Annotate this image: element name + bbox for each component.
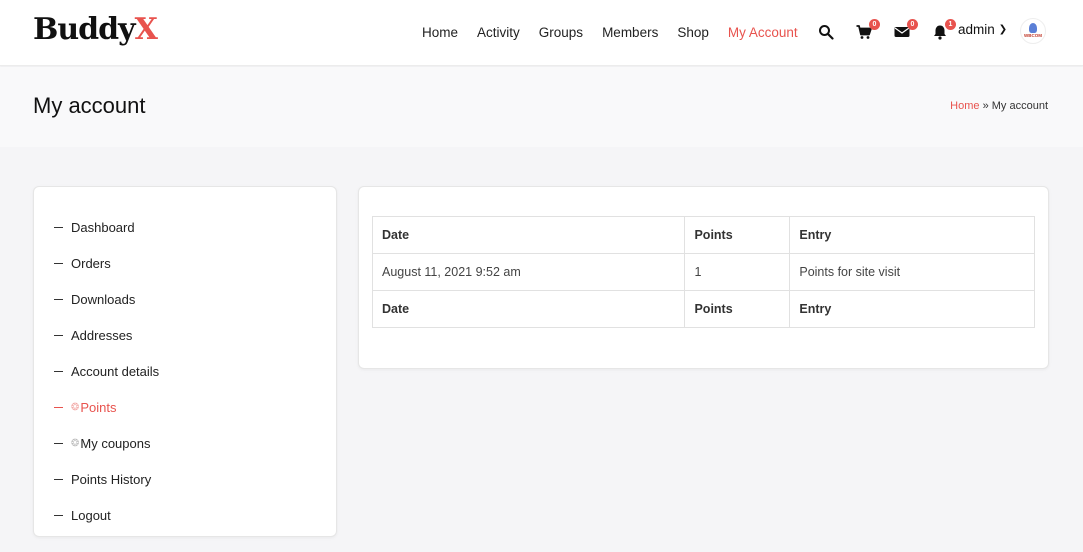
cell-entry: Points for site visit (789, 253, 1035, 291)
breadcrumb-home-link[interactable]: Home (950, 100, 979, 112)
dash-icon (54, 514, 63, 516)
column-footer-entry: Entry (789, 290, 1035, 328)
avatar-text: WBCOM (1024, 33, 1042, 39)
sidebar-item-dashboard[interactable]: Dashboard (34, 209, 336, 245)
nav-groups[interactable]: Groups (539, 25, 583, 40)
title-band: My account Home » My account (0, 67, 1083, 147)
breadcrumb: Home » My account (950, 100, 1048, 112)
sidebar-item-downloads[interactable]: Downloads (34, 281, 336, 317)
account-nav-list: Dashboard Orders Downloads Addresses Acc… (34, 209, 336, 533)
sidebar-item-label: Dashboard (71, 219, 135, 235)
sidebar-item-label: Account details (71, 363, 160, 379)
account-sidebar: Dashboard Orders Downloads Addresses Acc… (33, 186, 337, 537)
sidebar-item-points-history[interactable]: Points History (34, 461, 336, 497)
sidebar-item-points[interactable]: ❂ Points (34, 389, 336, 425)
dash-icon (54, 334, 63, 336)
search-icon[interactable] (818, 24, 834, 40)
logo-accent-text: X (134, 12, 158, 47)
envelope-icon[interactable]: 0 (894, 19, 918, 40)
sidebar-item-label: Logout (71, 507, 111, 523)
column-header-points: Points (684, 216, 791, 254)
cart-icon[interactable]: 0 (856, 19, 880, 40)
coupon-icon: ❂ (71, 437, 80, 449)
column-header-entry: Entry (789, 216, 1035, 254)
dash-icon (54, 262, 63, 264)
notifications-count-badge: 1 (945, 19, 956, 30)
sidebar-item-label: Addresses (71, 327, 133, 343)
dash-icon (54, 478, 63, 480)
sidebar-item-orders[interactable]: Orders (34, 245, 336, 281)
column-header-date: Date (371, 216, 686, 254)
breadcrumb-current: My account (991, 100, 1048, 112)
chevron-down-icon: ❯ (998, 24, 1008, 35)
avatar[interactable]: WBCOM (1020, 18, 1046, 44)
sidebar-item-label: Orders (71, 255, 111, 271)
nav-members[interactable]: Members (602, 25, 658, 40)
points-table: Date Points Entry August 11, 2021 9:52 a… (371, 216, 1035, 328)
nav-home[interactable]: Home (422, 25, 458, 40)
dash-icon (54, 406, 63, 408)
points-icon: ❂ (71, 401, 80, 413)
cart-count-badge: 0 (869, 19, 880, 30)
nav-my-account[interactable]: My Account (728, 25, 798, 40)
page-title: My account (33, 93, 146, 118)
user-name: admin (958, 22, 995, 37)
sidebar-item-my-coupons[interactable]: ❂ My coupons (34, 425, 336, 461)
cell-points: 1 (684, 253, 791, 291)
bulb-icon (1029, 23, 1037, 34)
messages-count-badge: 0 (907, 19, 918, 30)
column-footer-date: Date (371, 290, 686, 328)
dash-icon (54, 442, 63, 444)
points-content-card: Date Points Entry August 11, 2021 9:52 a… (358, 186, 1049, 369)
dash-icon (54, 226, 63, 228)
sidebar-item-addresses[interactable]: Addresses (34, 317, 336, 353)
sidebar-item-account-details[interactable]: Account details (34, 353, 336, 389)
dash-icon (54, 298, 63, 300)
table-row: August 11, 2021 9:52 am 1 Points for sit… (371, 253, 1035, 291)
bell-icon[interactable]: 1 (932, 19, 956, 40)
sidebar-item-label: Downloads (71, 291, 136, 307)
sidebar-item-label: Points (80, 399, 117, 415)
sidebar-item-label: My coupons (80, 435, 151, 451)
site-logo[interactable]: BuddyX (33, 12, 158, 47)
main-nav: Home Activity Groups Members Shop My Acc… (422, 22, 817, 42)
cell-date: August 11, 2021 9:52 am (371, 253, 686, 291)
site-header: BuddyX Home Activity Groups Members Shop… (0, 0, 1083, 66)
column-footer-points: Points (684, 290, 791, 328)
dash-icon (54, 370, 63, 372)
nav-shop[interactable]: Shop (677, 25, 709, 40)
header-icons: 0 0 1 (818, 19, 970, 44)
table-header-row: Date Points Entry (371, 216, 1035, 254)
table-footer-row: Date Points Entry (371, 290, 1035, 328)
logo-main-text: Buddy (33, 12, 136, 47)
sidebar-item-label: Points History (71, 471, 152, 487)
sidebar-item-logout[interactable]: Logout (34, 497, 336, 533)
breadcrumb-separator: » (982, 100, 989, 112)
user-menu[interactable]: admin ❯ (958, 22, 1007, 37)
nav-activity[interactable]: Activity (477, 25, 520, 40)
